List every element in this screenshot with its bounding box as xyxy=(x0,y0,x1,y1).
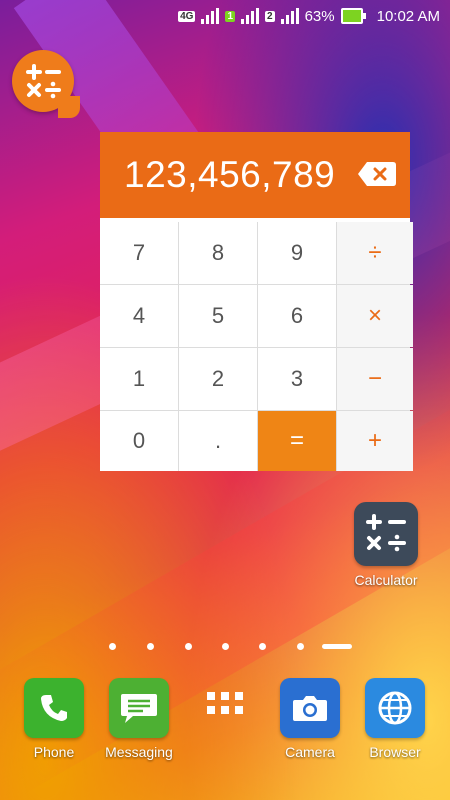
key-1[interactable]: 1 xyxy=(100,348,178,410)
dock-app-drawer[interactable] xyxy=(195,684,255,728)
page-dot[interactable] xyxy=(109,643,116,650)
dock-browser[interactable]: Browser xyxy=(361,678,429,760)
calculator-app-label: Calculator xyxy=(354,572,418,588)
key-add[interactable]: + xyxy=(337,411,413,471)
page-dot[interactable] xyxy=(259,643,266,650)
dock-phone-label: Phone xyxy=(33,744,75,760)
key-equals[interactable]: = xyxy=(258,411,336,471)
dock-messaging[interactable]: Messaging xyxy=(100,678,178,760)
key-7[interactable]: 7 xyxy=(100,222,178,284)
dock-messaging-label: Messaging xyxy=(105,744,173,760)
key-3[interactable]: 3 xyxy=(258,348,336,410)
key-decimal[interactable]: . xyxy=(179,411,257,471)
key-9[interactable]: 9 xyxy=(258,222,336,284)
calculator-app[interactable]: Calculator xyxy=(350,502,422,588)
status-bar: 4G 1 2 63% 10:02 AM xyxy=(0,0,450,32)
browser-icon xyxy=(365,678,425,738)
sim2-badge: 2 xyxy=(265,10,275,22)
calculator-app-icon xyxy=(354,502,418,566)
camera-icon xyxy=(280,678,340,738)
key-0[interactable]: 0 xyxy=(100,411,178,471)
message-icon xyxy=(109,678,169,738)
key-2[interactable]: 2 xyxy=(179,348,257,410)
key-subtract[interactable]: − xyxy=(337,348,413,410)
key-4[interactable]: 4 xyxy=(100,285,178,347)
key-6[interactable]: 6 xyxy=(258,285,336,347)
dock-phone[interactable]: Phone xyxy=(20,678,88,760)
page-dot-active[interactable] xyxy=(322,644,352,649)
calculator-display: 123,456,789 xyxy=(100,132,410,218)
key-5[interactable]: 5 xyxy=(179,285,257,347)
signal-icon xyxy=(201,8,220,24)
clock: 10:02 AM xyxy=(376,7,440,25)
page-dot[interactable] xyxy=(222,643,229,650)
calculator-symbols-icon xyxy=(26,64,61,99)
signal-icon xyxy=(280,8,299,24)
key-divide[interactable]: ÷ xyxy=(337,222,413,284)
page-dot[interactable] xyxy=(297,643,304,650)
floating-calculator-bubble[interactable] xyxy=(12,50,80,118)
dock-camera-label: Camera xyxy=(285,744,335,760)
page-indicator xyxy=(0,640,450,652)
signal-icon xyxy=(241,8,260,24)
keypad: 7 8 9 ÷ 4 5 6 × 1 2 3 − 0 . = + xyxy=(100,222,413,471)
dock-browser-label: Browser xyxy=(369,744,421,760)
page-dot[interactable] xyxy=(147,643,154,650)
backspace-icon[interactable] xyxy=(357,160,397,188)
key-8[interactable]: 8 xyxy=(179,222,257,284)
phone-icon xyxy=(24,678,84,738)
calculator-widget: 123,456,789 7 8 9 ÷ 4 5 6 × 1 2 3 − 0 . … xyxy=(100,132,413,471)
page-dot[interactable] xyxy=(185,643,192,650)
app-drawer-icon xyxy=(207,692,243,714)
display-value: 123,456,789 xyxy=(124,154,336,195)
battery-percent: 63% xyxy=(304,7,335,25)
dock-camera[interactable]: Camera xyxy=(276,678,344,760)
key-multiply[interactable]: × xyxy=(337,285,413,347)
battery-icon xyxy=(340,8,366,24)
network-type: 4G xyxy=(178,10,196,22)
sim1-badge: 1 xyxy=(225,10,236,22)
calculator-symbols-icon xyxy=(366,514,406,552)
